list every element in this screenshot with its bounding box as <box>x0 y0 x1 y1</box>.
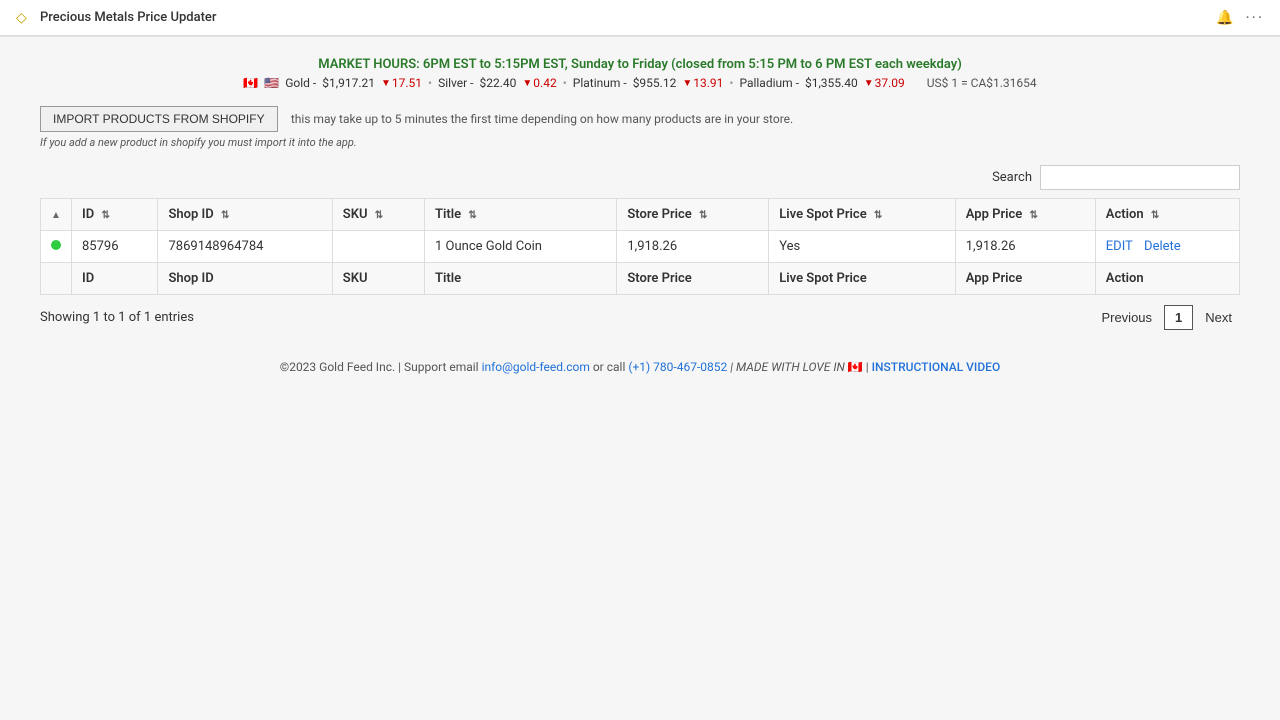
palladium-label: Palladium - <box>739 76 799 90</box>
col-app-price[interactable]: App Price ⇅ <box>955 199 1095 231</box>
col-id[interactable]: ID ⇅ <box>72 199 158 231</box>
table-footer-row: ID Shop ID SKU Title Store Price Live Sp… <box>41 263 1240 295</box>
table-row: 85796 7869148964784 1 Ounce Gold Coin 1,… <box>41 231 1240 263</box>
row-action-cell: EDIT Delete <box>1095 231 1239 263</box>
edit-button[interactable]: EDIT <box>1106 239 1133 254</box>
col-shop-id[interactable]: Shop ID ⇅ <box>158 199 332 231</box>
import-products-button[interactable]: IMPORT PRODUCTS FROM SHOPIFY <box>40 106 278 132</box>
footer-store-price: Store Price <box>617 263 769 295</box>
main-content: MARKET HOURS: 6PM EST to 5:15PM EST, Sun… <box>0 37 1280 394</box>
col-title[interactable]: Title ⇅ <box>425 199 617 231</box>
footer-call-text: or call <box>593 360 629 374</box>
palladium-price: $1,355.40 <box>805 76 858 90</box>
sort-icon-status: ▲ <box>51 210 61 221</box>
import-section: IMPORT PRODUCTS FROM SHOPIFY this may ta… <box>40 106 1240 149</box>
pagination-area: Showing 1 to 1 of 1 entries Previous 1 N… <box>40 305 1240 330</box>
silver-price: $22.40 <box>480 76 517 90</box>
footer-made-love: | MADE WITH LOVE IN <box>730 360 845 374</box>
footer-canada-flag: 🇨🇦 <box>848 360 866 374</box>
sort-icon-shop-id: ⇅ <box>221 210 229 221</box>
usa-flag: 🇺🇸 <box>264 76 279 90</box>
page-1-button[interactable]: 1 <box>1164 305 1193 330</box>
row-live-spot-price: Yes <box>769 231 955 263</box>
row-title: 1 Ounce Gold Coin <box>425 231 617 263</box>
prices-bar: 🇨🇦 🇺🇸 Gold - $1,917.21 17.51 • Silver - … <box>40 76 1240 90</box>
gold-label: Gold - <box>285 76 316 90</box>
row-status-cell <box>41 231 72 263</box>
col-sku[interactable]: SKU ⇅ <box>332 199 424 231</box>
status-dot-green <box>51 240 61 250</box>
next-button[interactable]: Next <box>1197 306 1240 329</box>
table-header-row: ▲ ID ⇅ Shop ID ⇅ SKU ⇅ Title ⇅ <box>41 199 1240 231</box>
sort-icon-app-price: ⇅ <box>1030 210 1038 221</box>
row-app-price: 1,918.26 <box>955 231 1095 263</box>
previous-button[interactable]: Previous <box>1093 306 1160 329</box>
footer-sku: SKU <box>332 263 424 295</box>
footer-id: ID <box>72 263 158 295</box>
col-action[interactable]: Action ⇅ <box>1095 199 1239 231</box>
bell-icon[interactable]: 🔔 <box>1216 10 1233 26</box>
silver-change: 0.42 <box>522 76 556 90</box>
sort-icon-title: ⇅ <box>468 210 476 221</box>
sort-icon-live-spot: ⇅ <box>874 210 882 221</box>
footer-status <box>41 263 72 295</box>
top-bar-right: 🔔 ··· <box>1216 8 1264 27</box>
sort-icon-store-price: ⇅ <box>699 210 707 221</box>
footer-email[interactable]: info@gold-feed.com <box>482 360 590 374</box>
sort-icon-id: ⇅ <box>101 210 109 221</box>
pagination-controls: Previous 1 Next <box>1093 305 1240 330</box>
products-table: ▲ ID ⇅ Shop ID ⇅ SKU ⇅ Title ⇅ <box>40 198 1240 295</box>
showing-text: Showing 1 to 1 of 1 entries <box>40 310 194 325</box>
top-bar: ◇ Precious Metals Price Updater 🔔 ··· <box>0 0 1280 36</box>
row-sku <box>332 231 424 263</box>
footer-shop-id: Shop ID <box>158 263 332 295</box>
top-bar-left: ◇ Precious Metals Price Updater <box>16 10 216 26</box>
more-options-icon[interactable]: ··· <box>1245 8 1264 27</box>
col-status[interactable]: ▲ <box>41 199 72 231</box>
search-bar: Search <box>40 165 1240 190</box>
footer-copyright: ©2023 Gold Feed Inc. | Support email <box>280 360 482 374</box>
row-store-price: 1,918.26 <box>617 231 769 263</box>
platinum-price: $955.12 <box>633 76 677 90</box>
footer-live-spot-price: Live Spot Price <box>769 263 955 295</box>
search-label: Search <box>992 170 1032 185</box>
delete-button[interactable]: Delete <box>1144 239 1181 254</box>
col-store-price[interactable]: Store Price ⇅ <box>617 199 769 231</box>
footer-instructional-video[interactable]: INSTRUCTIONAL VIDEO <box>872 360 1001 374</box>
gold-change: 17.51 <box>381 76 422 90</box>
platinum-change: 13.91 <box>682 76 723 90</box>
app-icon: ◇ <box>16 10 32 26</box>
sort-icon-sku: ⇅ <box>375 210 383 221</box>
import-note: this may take up to 5 minutes the first … <box>291 112 793 126</box>
row-shop-id: 7869148964784 <box>158 231 332 263</box>
col-live-spot-price[interactable]: Live Spot Price ⇅ <box>769 199 955 231</box>
footer: ©2023 Gold Feed Inc. | Support email inf… <box>40 360 1240 374</box>
silver-label: Silver - <box>438 76 473 90</box>
import-sub-note: If you add a new product in shopify you … <box>40 136 1240 149</box>
exchange-rate: US$ 1 = CA$1.31654 <box>927 76 1037 90</box>
footer-action: Action <box>1095 263 1239 295</box>
search-input[interactable] <box>1040 165 1240 190</box>
sort-icon-action: ⇅ <box>1151 210 1159 221</box>
platinum-label: Platinum - <box>573 76 627 90</box>
app-title: Precious Metals Price Updater <box>40 10 216 25</box>
canada-flag: 🇨🇦 <box>243 76 258 90</box>
gold-price: $1,917.21 <box>322 76 375 90</box>
footer-app-price: App Price <box>955 263 1095 295</box>
market-hours-text: MARKET HOURS: 6PM EST to 5:15PM EST, Sun… <box>40 57 1240 72</box>
row-id: 85796 <box>72 231 158 263</box>
footer-title: Title <box>425 263 617 295</box>
market-banner: MARKET HOURS: 6PM EST to 5:15PM EST, Sun… <box>40 57 1240 90</box>
footer-phone[interactable]: (+1) 780-467-0852 <box>628 360 727 374</box>
palladium-change: 37.09 <box>864 76 905 90</box>
